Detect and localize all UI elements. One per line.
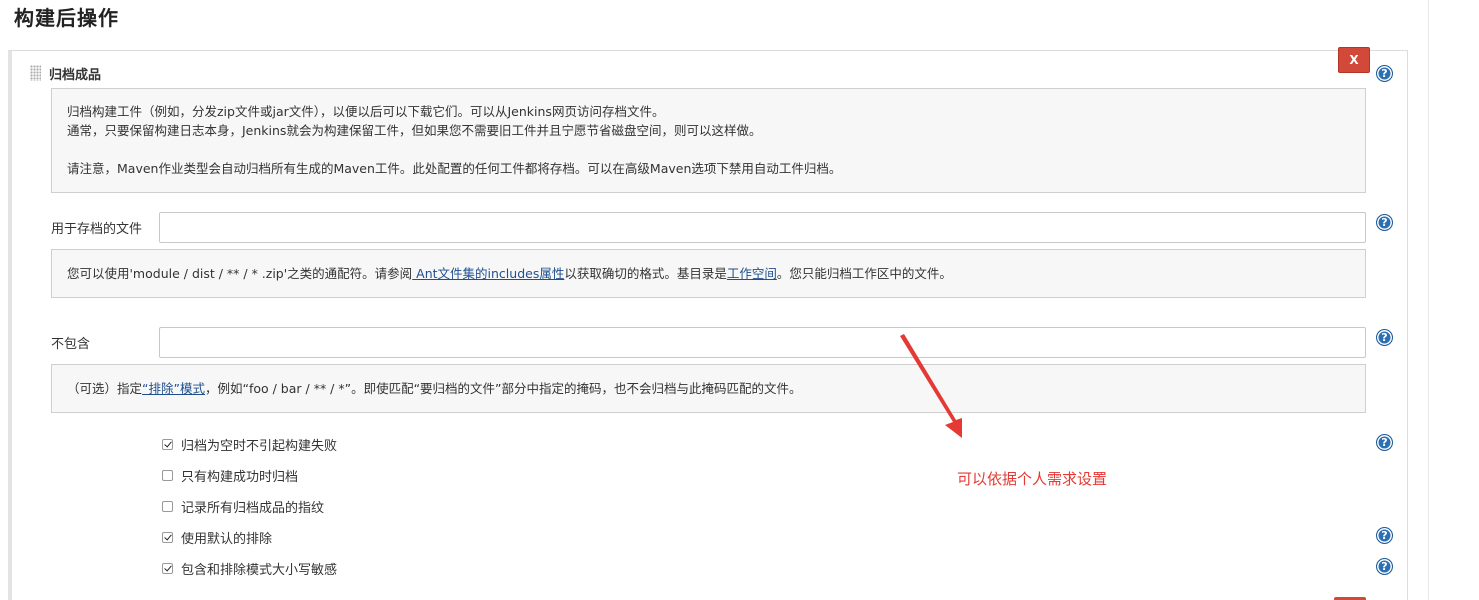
intro-help-box: 归档构建工件（例如，分发zip文件或jar文件），以便以后可以下载它们。可以从J… bbox=[51, 88, 1366, 193]
intro-line-1: 归档构建工件（例如，分发zip文件或jar文件），以便以后可以下载它们。可以从J… bbox=[67, 104, 665, 119]
excludes-help-box: （可选）指定“排除”模式，例如“foo / bar / ** / *”。即使匹配… bbox=[51, 364, 1366, 413]
option-label: 包含和排除模式大小写敏感 bbox=[181, 563, 338, 578]
help-icon[interactable]: ? bbox=[1376, 329, 1393, 346]
help-icon[interactable]: ? bbox=[1376, 214, 1393, 231]
section-title: 构建后操作 bbox=[14, 6, 119, 30]
artifacts-help-text: 。您只能归档工作区中的文件。 bbox=[776, 266, 952, 281]
checkbox[interactable] bbox=[162, 439, 173, 450]
excludes-help-text: （可选）指定 bbox=[67, 381, 143, 396]
artifacts-help-box: 您可以使用'module / dist / ** / * .zip'之类的通配符… bbox=[51, 249, 1366, 298]
option-fingerprint[interactable]: 记录所有归档成品的指纹 bbox=[162, 497, 324, 516]
artifacts-help-text: 以获取确切的格式。基目录是 bbox=[564, 266, 727, 281]
option-allow-empty[interactable]: 归档为空时不引起构建失败 bbox=[162, 435, 337, 454]
ant-fileset-link[interactable]: Ant文件集的includes属性 bbox=[412, 266, 564, 281]
option-only-if-successful[interactable]: 只有构建成功时归档 bbox=[162, 466, 298, 485]
page-divider bbox=[1428, 0, 1429, 600]
artifacts-input[interactable] bbox=[159, 212, 1366, 243]
exclude-pattern-link[interactable]: “排除”模式 bbox=[142, 381, 205, 396]
option-label: 只有构建成功时归档 bbox=[181, 470, 299, 485]
checkbox[interactable] bbox=[162, 470, 173, 481]
panel-title: 归档成品 bbox=[49, 67, 102, 83]
checkbox[interactable] bbox=[162, 563, 173, 574]
intro-line-2: 通常，只要保留构建日志本身，Jenkins就会为构建保留工件，但如果您不需要旧工… bbox=[67, 123, 762, 138]
option-default-excludes[interactable]: 使用默认的排除 bbox=[162, 528, 272, 547]
checkbox[interactable] bbox=[162, 501, 173, 512]
excludes-input[interactable] bbox=[159, 327, 1366, 358]
artifacts-label: 用于存档的文件 bbox=[51, 222, 143, 237]
option-case-sensitive[interactable]: 包含和排除模式大小写敏感 bbox=[162, 559, 337, 578]
excludes-label: 不包含 bbox=[51, 337, 91, 352]
page: 构建后操作 归档成品 X ? ? ? ? ? ? 归档构建工件（例如，分发zip… bbox=[0, 0, 1479, 600]
annotation-text: 可以依据个人需求设置 bbox=[957, 470, 1108, 488]
help-icon[interactable]: ? bbox=[1376, 65, 1393, 82]
excludes-help-text: ，例如“foo / bar / ** / *”。即使匹配“要归档的文件”部分中指… bbox=[204, 381, 802, 396]
option-label: 使用默认的排除 bbox=[181, 532, 273, 547]
option-label: 归档为空时不引起构建失败 bbox=[181, 439, 338, 454]
help-icon[interactable]: ? bbox=[1376, 434, 1393, 451]
annotation-arrow-icon bbox=[900, 334, 962, 438]
help-icon[interactable]: ? bbox=[1376, 558, 1393, 575]
panel-header: 归档成品 bbox=[30, 63, 101, 83]
intro-line-3: 请注意，Maven作业类型会自动归档所有生成的Maven工件。此处配置的任何工件… bbox=[67, 161, 842, 176]
delete-step-button[interactable]: X bbox=[1338, 47, 1370, 73]
checkbox[interactable] bbox=[162, 532, 173, 543]
drag-handle-icon[interactable] bbox=[30, 65, 41, 81]
help-icon[interactable]: ? bbox=[1376, 527, 1393, 544]
option-label: 记录所有归档成品的指纹 bbox=[181, 501, 325, 516]
workspace-link[interactable]: 工作空间 bbox=[727, 266, 777, 281]
artifacts-help-text: 您可以使用'module / dist / ** / * .zip'之类的通配符… bbox=[67, 266, 413, 281]
